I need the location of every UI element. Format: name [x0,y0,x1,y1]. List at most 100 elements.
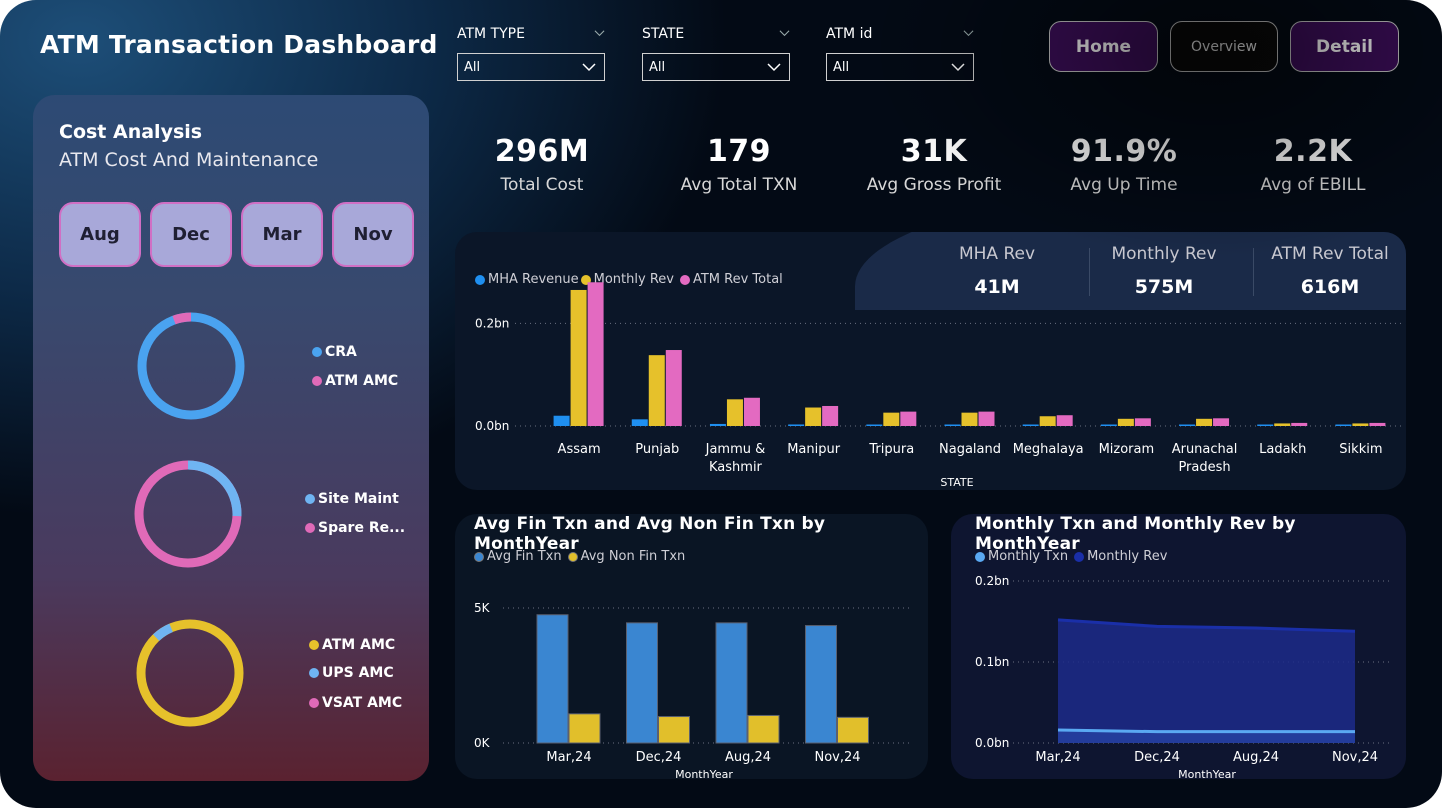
bar-atm-rev-total [900,411,917,426]
legend-item: Spare Re... [305,520,405,536]
legend-dot [312,376,322,386]
detail-button[interactable]: Detail [1290,21,1399,72]
panel-subtitle: ATM Cost And Maintenance [59,149,319,171]
slicer-value: All [833,60,850,75]
legend-dot [309,698,319,708]
x-tick-label: Nagaland [939,442,1001,457]
bar-atm-rev-total [1134,418,1151,426]
month-button-aug[interactable]: Aug [59,202,141,267]
x-tick-label: Punjab [635,442,679,457]
slicer-state[interactable]: STATE All [642,26,792,81]
bar-monthly-rev [726,399,743,426]
chevron-down-icon[interactable] [594,28,605,39]
kpi-label: Avg Up Time [1070,175,1178,195]
slicer-label: ATM TYPE [457,26,525,42]
legend-dot [309,668,319,678]
bar-avg-non-fin-txn [747,714,780,744]
bar-atm-rev-total [1056,415,1073,426]
revenue-by-state-chart[interactable]: 0.0bn 0.2bn Assam Punjab Jammu & Kashmir Manip… [455,232,1406,490]
slicer-atm-type[interactable]: ATM TYPE All [457,26,607,81]
legend-item: UPS AMC [309,665,394,681]
x-axis-title: STATE [940,476,973,489]
chevron-down-icon[interactable] [779,28,790,39]
dashboard-root: ATM Transaction Dashboard ATM TYPE All S… [0,0,1442,808]
page-title: ATM Transaction Dashboard [40,30,438,59]
donut-chart-cra-amc[interactable] [133,308,249,424]
x-tick-label: Nov,24 [1332,750,1378,765]
donut-chart-amc[interactable] [132,615,248,731]
x-axis-title: MonthYear [1178,768,1236,779]
bar-mha-revenue [1335,424,1352,426]
legend-dot [312,347,322,357]
legend-item: CRA [312,344,357,360]
bar-avg-fin-txn [805,625,837,744]
slicer-label: ATM id [826,26,873,42]
x-tick-label: Arunachal [1172,442,1238,457]
y-tick-label: 0.2bn [975,574,1009,588]
kpi-value: 31K [900,134,968,169]
kpi-avg-ebill: 2.2K Avg of EBILL [1223,134,1403,195]
kpi-value: 2.2K [1273,134,1353,169]
month-button-nov[interactable]: Nov [332,202,414,267]
bar-mha-revenue [866,424,883,426]
overview-button[interactable]: Overview [1170,21,1278,72]
bar-avg-non-fin-txn [837,716,869,744]
x-tick-label: Sikkim [1339,442,1382,457]
x-tick-label: Ladakh [1259,442,1306,457]
kpi-label: Avg Gross Profit [866,175,1002,195]
y-tick-label: 5K [474,601,491,615]
bar-monthly-rev [648,355,665,426]
bar-avg-fin-txn [626,622,658,744]
bar-atm-rev-total [822,405,839,426]
kpi-total-cost: 296M Total Cost [452,134,632,195]
x-tick-label: Dec,24 [636,750,682,765]
slicer-dropdown[interactable]: All [457,53,605,81]
home-button[interactable]: Home [1049,21,1158,72]
slicer-dropdown[interactable]: All [642,53,790,81]
kpi-avg-total-txn: 179 Avg Total TXN [649,134,829,195]
bar-mha-revenue [944,424,961,426]
kpi-avg-gross-profit: 31K Avg Gross Profit [844,134,1024,195]
monthly-txn-chart[interactable]: 0.0bn0.1bn0.2bnMar,24 Dec,24 Aug,24 Nov,24M… [951,514,1406,779]
y-tick-label: 0.0bn [975,736,1009,750]
y-tick-label: 0.0bn [475,419,509,433]
chevron-down-icon [767,63,781,72]
bar-atm-rev-total [665,350,682,426]
month-button-mar[interactable]: Mar [241,202,323,267]
kpi-label: Avg Total TXN [680,175,798,195]
bar-mha-revenue [631,419,648,426]
bar-mha-revenue [709,423,726,426]
bar-mha-revenue [553,415,570,426]
bar-monthly-rev [570,289,587,426]
bar-atm-rev-total [1291,422,1308,426]
month-button-dec[interactable]: Dec [150,202,232,267]
legend-label: UPS AMC [322,665,394,681]
legend-label: Spare Re... [318,520,406,536]
x-tick-label: Mizoram [1099,442,1155,457]
bar-mha-revenue [1179,424,1196,426]
chevron-down-icon [582,63,596,72]
bar-mha-revenue [788,424,805,426]
chevron-down-icon[interactable] [963,28,974,39]
x-tick-label: Assam [558,442,601,457]
slicer-atm-id[interactable]: ATM id All [826,26,976,81]
x-tick-label: Kashmir [709,460,763,475]
bar-mha-revenue [1100,424,1117,426]
donut-slice-atm-amc [136,619,244,727]
fin-txn-chart[interactable]: 0K 5K Mar,24 Dec,24 Aug,24 Nov,24 MonthYear [455,514,928,779]
x-tick-label: Aug,24 [725,750,771,765]
slicer-dropdown[interactable]: All [826,53,974,81]
x-tick-label: Pradesh [1178,460,1230,475]
x-tick-label: Jammu & [705,442,766,457]
bar-monthly-rev [1039,416,1056,426]
donut-chart-site-spare[interactable] [130,456,246,572]
x-tick-label: Mar,24 [546,750,591,765]
bar-atm-rev-total [587,282,604,426]
bar-monthly-rev [1117,418,1134,426]
kpi-label: Total Cost [500,175,584,195]
bar-mha-revenue [1022,424,1039,426]
x-tick-label: Nov,24 [814,750,860,765]
slicer-label: STATE [642,26,685,42]
legend-dot [305,494,315,504]
donut-slice-cra [137,312,245,420]
